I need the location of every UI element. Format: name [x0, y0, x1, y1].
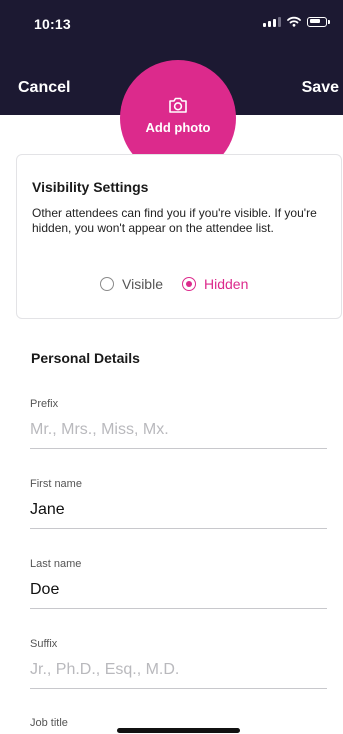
last-name-field: Last name: [30, 558, 327, 638]
visible-radio-label: Visible: [122, 276, 163, 292]
prefix-input[interactable]: [30, 419, 327, 449]
suffix-input[interactable]: [30, 659, 327, 689]
hidden-radio[interactable]: Hidden: [182, 276, 248, 292]
suffix-label: Suffix: [30, 638, 58, 650]
prefix-field: Prefix: [30, 398, 327, 478]
save-button[interactable]: Save: [302, 79, 339, 97]
personal-details-title: Personal Details: [31, 350, 140, 366]
suffix-field: Suffix: [30, 638, 327, 718]
job-title-label: Job title: [30, 717, 68, 729]
hidden-radio-label: Hidden: [204, 276, 249, 292]
add-photo-label: Add photo: [145, 120, 211, 135]
status-time: 10:13: [34, 16, 71, 32]
visibility-description: Other attendees can find you if you're v…: [32, 206, 317, 235]
first-name-label: First name: [30, 478, 82, 490]
last-name-label: Last name: [30, 558, 82, 570]
first-name-input[interactable]: [30, 499, 327, 529]
cancel-button[interactable]: Cancel: [18, 79, 70, 97]
wifi-icon: [287, 16, 301, 27]
visibility-settings-title: Visibility Settings: [32, 179, 149, 195]
signal-icon: [263, 16, 281, 27]
status-icons: [263, 16, 330, 27]
visibility-radio-group: Visible Hidden: [100, 276, 248, 292]
last-name-input[interactable]: [30, 579, 327, 609]
battery-icon: [307, 16, 330, 27]
prefix-label: Prefix: [30, 398, 59, 410]
visible-radio[interactable]: Visible: [100, 276, 163, 292]
home-indicator: [117, 728, 240, 733]
camera-icon: [169, 97, 187, 113]
visibility-settings-card: Visibility Settings Other attendees can …: [16, 154, 342, 319]
radio-unchecked-icon: [100, 277, 114, 291]
radio-checked-icon: [182, 277, 196, 291]
first-name-field: First name: [30, 478, 327, 558]
